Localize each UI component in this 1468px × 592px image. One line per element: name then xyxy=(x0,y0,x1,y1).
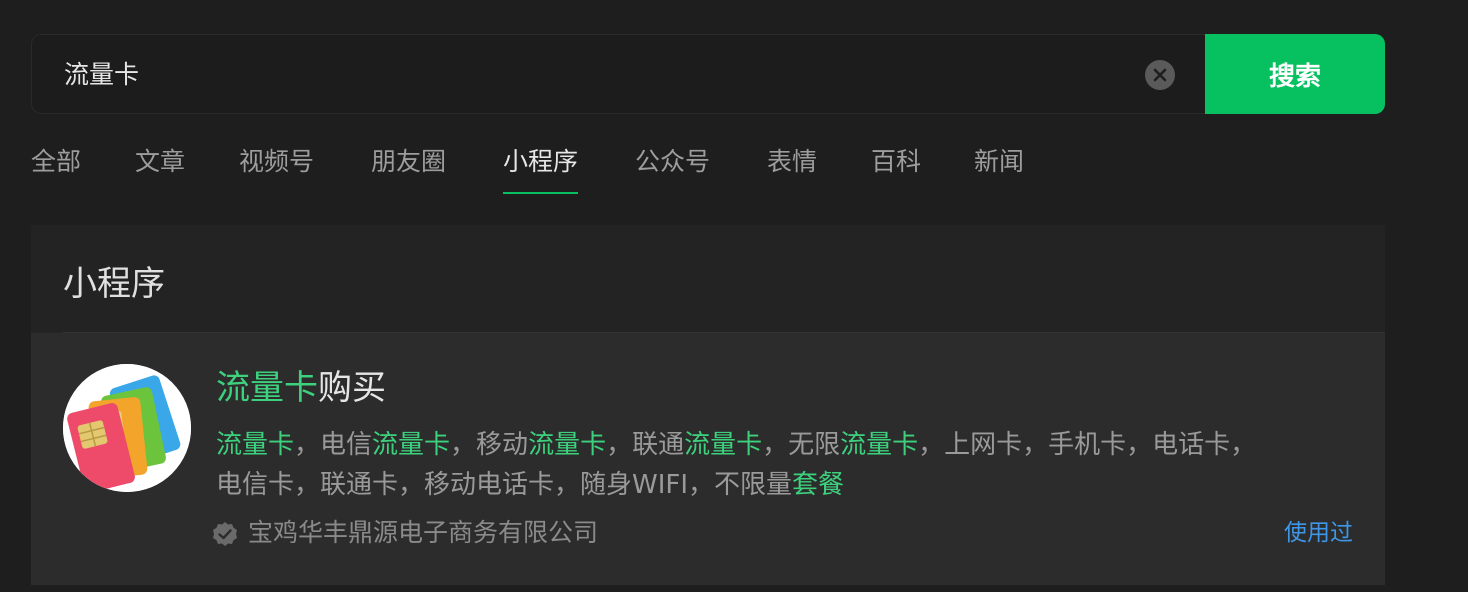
tab-articles[interactable]: 文章 xyxy=(135,140,185,186)
search-button[interactable]: 搜索 xyxy=(1205,34,1385,114)
desc-segment: 流量卡 xyxy=(684,430,763,460)
desc-segment: 套餐 xyxy=(792,470,845,500)
desc-segment: ，联通 xyxy=(606,430,685,460)
clear-search-button[interactable] xyxy=(1145,60,1175,90)
title-highlight: 流量卡 xyxy=(216,368,318,408)
search-bar: 搜索 xyxy=(31,34,1385,114)
desc-segment: 流量卡 xyxy=(840,430,919,460)
search-input[interactable] xyxy=(64,59,1124,91)
tab-mini-programs[interactable]: 小程序 xyxy=(503,140,579,194)
used-before-link[interactable]: 使用过 xyxy=(1284,515,1353,551)
search-input-container xyxy=(31,34,1208,114)
section-title: 小程序 xyxy=(63,264,165,304)
description-line-2: 电信卡，联通卡，移动电话卡，随身WIFI，不限量套餐 xyxy=(216,465,1356,505)
close-icon xyxy=(1153,68,1167,82)
desc-segment: ，电信 xyxy=(294,430,373,460)
results-panel: 小程序 流量卡购买 流量卡，电信流量卡，移动流量卡，联通流量卡，无限流量卡，上网… xyxy=(31,225,1385,585)
desc-segment: 流量卡 xyxy=(528,430,607,460)
result-description: 流量卡，电信流量卡，移动流量卡，联通流量卡，无限流量卡，上网卡，手机卡，电话卡，… xyxy=(216,425,1356,505)
desc-segment: ，上网卡，手机卡，电话卡， xyxy=(918,430,1257,460)
result-title[interactable]: 流量卡购买 xyxy=(216,365,386,411)
title-rest: 购买 xyxy=(318,368,386,408)
tab-moments[interactable]: 朋友圈 xyxy=(371,140,446,186)
developer-name: 宝鸡华丰鼎源电子商务有限公司 xyxy=(248,518,599,547)
section-header: 小程序 xyxy=(31,225,1385,332)
mini-program-result[interactable]: 流量卡购买 流量卡，电信流量卡，移动流量卡，联通流量卡，无限流量卡，上网卡，手机… xyxy=(31,333,1385,585)
tab-official-accounts[interactable]: 公众号 xyxy=(635,140,710,186)
desc-segment: 流量卡 xyxy=(216,430,295,460)
search-results-page: 搜索 全部 文章 视频号 朋友圈 小程序 公众号 表情 百科 新闻 小程序 xyxy=(0,0,1468,592)
desc-segment: 电信卡，联通卡，移动电话卡，随身WIFI，不限量 xyxy=(216,470,792,500)
tab-stickers[interactable]: 表情 xyxy=(767,140,817,186)
description-line-1: 流量卡，电信流量卡，移动流量卡，联通流量卡，无限流量卡，上网卡，手机卡，电话卡， xyxy=(216,425,1356,465)
desc-segment: 流量卡 xyxy=(372,430,451,460)
tab-channels[interactable]: 视频号 xyxy=(239,140,314,186)
desc-segment: ，移动 xyxy=(450,430,529,460)
desc-segment: ，无限 xyxy=(762,430,841,460)
tab-encyclopedia[interactable]: 百科 xyxy=(871,140,921,186)
tab-all[interactable]: 全部 xyxy=(31,140,81,186)
check-badge-icon xyxy=(213,522,237,546)
tab-news[interactable]: 新闻 xyxy=(974,140,1024,186)
sim-cards-icon[interactable] xyxy=(63,364,191,492)
